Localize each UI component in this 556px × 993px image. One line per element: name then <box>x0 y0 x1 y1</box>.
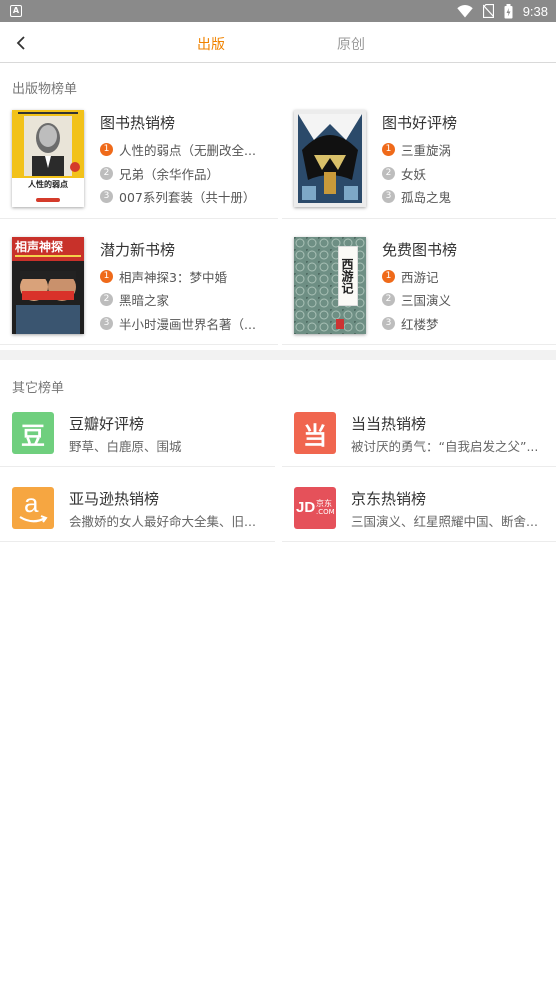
rank-item[interactable]: 2 三国演义 <box>382 290 556 308</box>
back-arrow-icon <box>16 36 25 50</box>
book-cover: 人性的弱点 <box>12 110 84 207</box>
other-list-title: 京东热销榜 <box>351 490 427 508</box>
rank-number-badge: 1 <box>100 269 113 283</box>
other-list-title: 亚马逊热销榜 <box>69 490 160 508</box>
book-cover: 相声神探 <box>12 237 84 334</box>
rank-title: 图书热销榜 <box>100 114 176 132</box>
rank-item[interactable]: 3 孤岛之鬼 <box>382 187 556 205</box>
status-bar: A 9:38 <box>0 0 556 22</box>
cover-title: 人性的弱点 <box>28 179 68 189</box>
rank-item-text: 相声神探3：梦中婚 <box>119 269 227 285</box>
divider <box>0 218 278 219</box>
rank-number-badge: 1 <box>382 269 395 283</box>
rank-number-badge: 2 <box>100 166 113 180</box>
rank-title: 免费图书榜 <box>382 241 458 259</box>
other-list-subtitle: 三国演义、红星照耀中国、断舍... <box>351 514 538 529</box>
rank-item[interactable]: 3 007系列套装（共十册） <box>100 187 275 205</box>
rank-item[interactable]: 2 黑暗之家 <box>100 290 275 308</box>
wifi-icon <box>456 4 473 17</box>
douban-logo-icon: 豆 <box>12 412 54 454</box>
divider <box>282 466 556 467</box>
other-list-douban[interactable]: 豆 豆瓣好评榜 野草、白鹿原、围城 <box>12 412 277 472</box>
cover-art <box>12 261 84 334</box>
rank-number-badge: 3 <box>382 189 395 203</box>
battery-icon <box>504 3 513 18</box>
rank-item-text: 红楼梦 <box>401 316 439 332</box>
rank-number-badge: 1 <box>382 142 395 156</box>
divider <box>0 466 275 467</box>
other-list-dangdang[interactable]: 当 当当热销榜 被讨厌的勇气：“自我启发之父”... <box>294 412 556 472</box>
no-sim-icon <box>482 4 494 18</box>
divider <box>0 541 275 542</box>
other-list-jd[interactable]: JD 京东 .COM 京东热销榜 三国演义、红星照耀中国、断舍... <box>294 487 556 547</box>
other-list-subtitle: 野草、白鹿原、围城 <box>69 439 182 454</box>
rank-item[interactable]: 1 人性的弱点（无删改全... <box>100 140 275 158</box>
rank-item[interactable]: 2 兄弟（余华作品） <box>100 164 275 182</box>
app-notification-icon: A <box>10 5 22 17</box>
rank-item-text: 西游记 <box>401 269 439 285</box>
rank-item-text: 兄弟（余华作品） <box>119 166 220 182</box>
section-separator <box>0 350 556 360</box>
section-header-other: 其它榜单 <box>12 381 65 396</box>
rank-item[interactable]: 3 红楼梦 <box>382 314 556 332</box>
status-time: 9:38 <box>522 3 548 19</box>
divider <box>282 541 556 542</box>
status-left: A <box>10 5 22 17</box>
rank-card-free[interactable]: 西游记 免费图书榜 1 西游记 2 三国演义 3 红楼梦 <box>294 237 556 355</box>
rank-number-badge: 2 <box>382 166 395 180</box>
rank-number-badge: 2 <box>382 292 395 306</box>
rank-item[interactable]: 2 女妖 <box>382 164 556 182</box>
amazon-logo-icon: a <box>12 487 54 529</box>
rank-item-text: 三国演义 <box>401 292 452 308</box>
rank-number-badge: 1 <box>100 142 113 156</box>
amazon-smile-icon <box>19 515 48 523</box>
back-button[interactable] <box>8 30 34 56</box>
other-list-subtitle: 被讨厌的勇气：“自我启发之父”... <box>351 439 539 454</box>
rank-item-text: 半小时漫画世界名著（... <box>119 316 256 332</box>
author-portrait <box>24 116 72 176</box>
rank-item[interactable]: 1 三重旋涡 <box>382 140 556 158</box>
divider <box>282 344 556 345</box>
status-right: 9:38 <box>456 3 548 19</box>
rank-item-text: 孤岛之鬼 <box>401 189 452 205</box>
rank-title: 潜力新书榜 <box>100 241 176 259</box>
rank-title: 图书好评榜 <box>382 114 458 132</box>
rank-item-text: 007系列套装（共十册） <box>119 189 256 205</box>
tab-original[interactable]: 原创 <box>337 34 365 54</box>
section-header-publish: 出版物榜单 <box>12 82 78 97</box>
divider <box>282 218 556 219</box>
rank-number-badge: 3 <box>100 189 113 203</box>
jd-logo-icon: JD 京东 .COM <box>294 487 336 529</box>
rank-item-text: 人性的弱点（无删改全... <box>119 142 256 158</box>
tab-publish[interactable]: 出版 <box>197 34 225 54</box>
book-cover: 西游记 <box>294 237 366 334</box>
cover-title: 相声神探 <box>15 240 64 254</box>
other-list-title: 当当热销榜 <box>351 415 427 433</box>
other-list-subtitle: 会撒娇的女人最好命大全集、旧... <box>69 514 256 529</box>
cover-title: 西游记 <box>338 246 358 306</box>
rank-item[interactable]: 1 相声神探3：梦中婚 <box>100 267 275 285</box>
rank-item-text: 女妖 <box>401 166 427 182</box>
rank-number-badge: 3 <box>382 316 395 330</box>
rank-item-text: 三重旋涡 <box>401 142 452 158</box>
book-cover <box>294 110 366 207</box>
rank-item[interactable]: 3 半小时漫画世界名著（... <box>100 314 275 332</box>
rank-item-text: 黑暗之家 <box>119 292 170 308</box>
rank-card-new-potential[interactable]: 相声神探 潜力新书榜 1 相声神探3：梦中婚 2 黑暗之家 3 半小时漫画世界名著（.… <box>12 237 282 355</box>
rank-card-bestseller[interactable]: 人性的弱点 图书热销榜 1 人性的弱点（无删改全... 2 兄弟（余华作品） 3 00… <box>12 110 282 228</box>
other-list-amazon[interactable]: a 亚马逊热销榜 会撒娇的女人最好命大全集、旧... <box>12 487 277 547</box>
rank-item[interactable]: 1 西游记 <box>382 267 556 285</box>
cover-art <box>294 110 366 207</box>
other-list-title: 豆瓣好评榜 <box>69 415 145 433</box>
rank-card-top-rated[interactable]: 图书好评榜 1 三重旋涡 2 女妖 3 孤岛之鬼 <box>294 110 556 228</box>
rank-number-badge: 3 <box>100 316 113 330</box>
rank-number-badge: 2 <box>100 292 113 306</box>
top-nav: 出版 原创 <box>0 22 556 63</box>
dangdang-logo-icon: 当 <box>294 412 336 454</box>
divider <box>0 344 278 345</box>
